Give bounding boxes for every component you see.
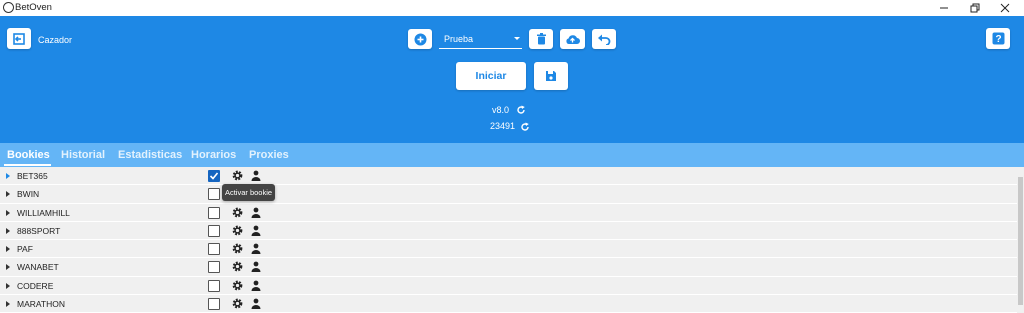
bookies-list: BET365 BWIN WILLIAMHILL 888SPORT PAF WAN… [0, 167, 1017, 313]
enable-checkbox[interactable] [208, 243, 220, 256]
user-icon[interactable] [251, 225, 261, 236]
enable-checkbox[interactable] [208, 188, 220, 201]
checkmark-icon [209, 172, 219, 180]
user-icon[interactable] [251, 207, 261, 218]
exit-icon [13, 32, 25, 45]
app-logo-icon [3, 2, 14, 13]
help-icon: ? [992, 32, 1004, 45]
user-icon[interactable] [251, 261, 261, 273]
tab-bookies[interactable]: Bookies [7, 149, 50, 161]
exit-mode-button[interactable] [7, 28, 31, 49]
gear-icon[interactable] [232, 225, 243, 236]
expand-arrow-icon[interactable] [6, 191, 10, 198]
gear-icon[interactable] [232, 280, 243, 291]
add-profile-button[interactable] [408, 29, 432, 49]
close-button[interactable] [990, 0, 1020, 16]
mode-label: Cazador [38, 35, 73, 45]
bookie-name: WILLIAMHILL [17, 207, 70, 218]
minimize-button[interactable] [929, 0, 959, 16]
user-icon[interactable] [251, 170, 261, 181]
cloud-upload-button[interactable] [560, 29, 585, 49]
enable-checkbox[interactable] [208, 224, 220, 237]
gear-icon[interactable] [232, 207, 243, 218]
enable-checkbox[interactable] [208, 261, 220, 274]
tab-proxies[interactable]: Proxies [249, 149, 289, 161]
header-panel: Cazador Prueba ? Iniciar v8.0 23491 [0, 16, 1024, 143]
gear-icon[interactable] [232, 243, 243, 254]
tab-horarios[interactable]: Horarios [191, 149, 236, 161]
bookie-name: MARATHON [17, 299, 66, 310]
profile-select-value: Prueba [444, 34, 474, 44]
tooltip: Activar bookie [222, 184, 275, 201]
trash-icon [536, 33, 546, 45]
cloud-upload-icon [566, 34, 580, 44]
scrollbar-thumb[interactable] [1018, 177, 1023, 305]
list-item[interactable]: WILLIAMHILL [0, 203, 1017, 222]
window-title: BetOven [15, 2, 52, 13]
delete-profile-button[interactable] [529, 29, 553, 49]
version-label: v8.0 [492, 105, 510, 115]
refresh-version-icon[interactable] [516, 105, 526, 115]
bookie-name: BET365 [17, 171, 48, 181]
list-item[interactable]: CODERE [0, 276, 1017, 296]
expand-arrow-icon[interactable] [6, 246, 10, 253]
start-button[interactable]: Iniciar [456, 62, 526, 90]
user-icon[interactable] [251, 243, 261, 255]
close-icon [1000, 3, 1010, 13]
title-bar: BetOven [0, 0, 1024, 16]
expand-arrow-icon[interactable] [6, 301, 10, 308]
expand-arrow-icon[interactable] [6, 173, 10, 179]
expand-arrow-icon[interactable] [6, 282, 10, 289]
user-icon[interactable] [251, 298, 261, 310]
scrollbar[interactable] [1017, 167, 1024, 313]
plus-circle-icon [414, 33, 426, 45]
list-item[interactable]: BET365 [0, 167, 1017, 186]
save-button[interactable] [534, 62, 568, 90]
list-item[interactable]: WANABET [0, 258, 1017, 277]
maximize-button[interactable] [960, 0, 990, 16]
bookie-name: PAF [17, 244, 33, 255]
bookie-name: 888SPORT [17, 225, 61, 236]
gear-icon[interactable] [232, 261, 243, 272]
enable-checkbox[interactable] [208, 298, 220, 311]
bookie-name: WANABET [17, 262, 59, 273]
list-item[interactable]: BWIN [0, 185, 1017, 204]
profile-select[interactable]: Prueba [439, 30, 522, 49]
expand-arrow-icon[interactable] [6, 227, 10, 234]
list-item[interactable]: PAF [0, 240, 1017, 259]
chevron-down-icon [514, 37, 520, 40]
user-icon[interactable] [251, 280, 261, 291]
gear-icon[interactable] [232, 170, 243, 181]
tab-estadisticas[interactable]: Estadisticas [118, 149, 182, 161]
expand-arrow-icon[interactable] [6, 209, 10, 216]
refresh-build-icon[interactable] [520, 122, 530, 132]
build-label: 23491 [490, 121, 516, 131]
help-button[interactable]: ? [986, 28, 1010, 49]
minimize-icon [940, 7, 948, 9]
tab-bar: Bookies Historial Estadisticas Horarios … [0, 143, 1024, 167]
list-item[interactable]: MARATHON [0, 295, 1017, 313]
list-item[interactable]: 888SPORT [0, 221, 1017, 241]
bookie-name: BWIN [17, 189, 40, 200]
svg-text:?: ? [995, 34, 1001, 45]
gear-icon[interactable] [232, 298, 243, 309]
bookie-name: CODERE [17, 280, 54, 291]
undo-icon [597, 34, 610, 45]
enable-checkbox[interactable] [208, 206, 220, 219]
tab-historial[interactable]: Historial [61, 149, 105, 161]
undo-button[interactable] [592, 29, 616, 49]
enable-checkbox[interactable] [208, 279, 220, 292]
save-icon [546, 71, 556, 81]
active-tab-indicator [4, 164, 51, 166]
restore-icon [970, 3, 980, 13]
expand-arrow-icon[interactable] [6, 264, 10, 271]
enable-checkbox[interactable] [208, 170, 220, 182]
